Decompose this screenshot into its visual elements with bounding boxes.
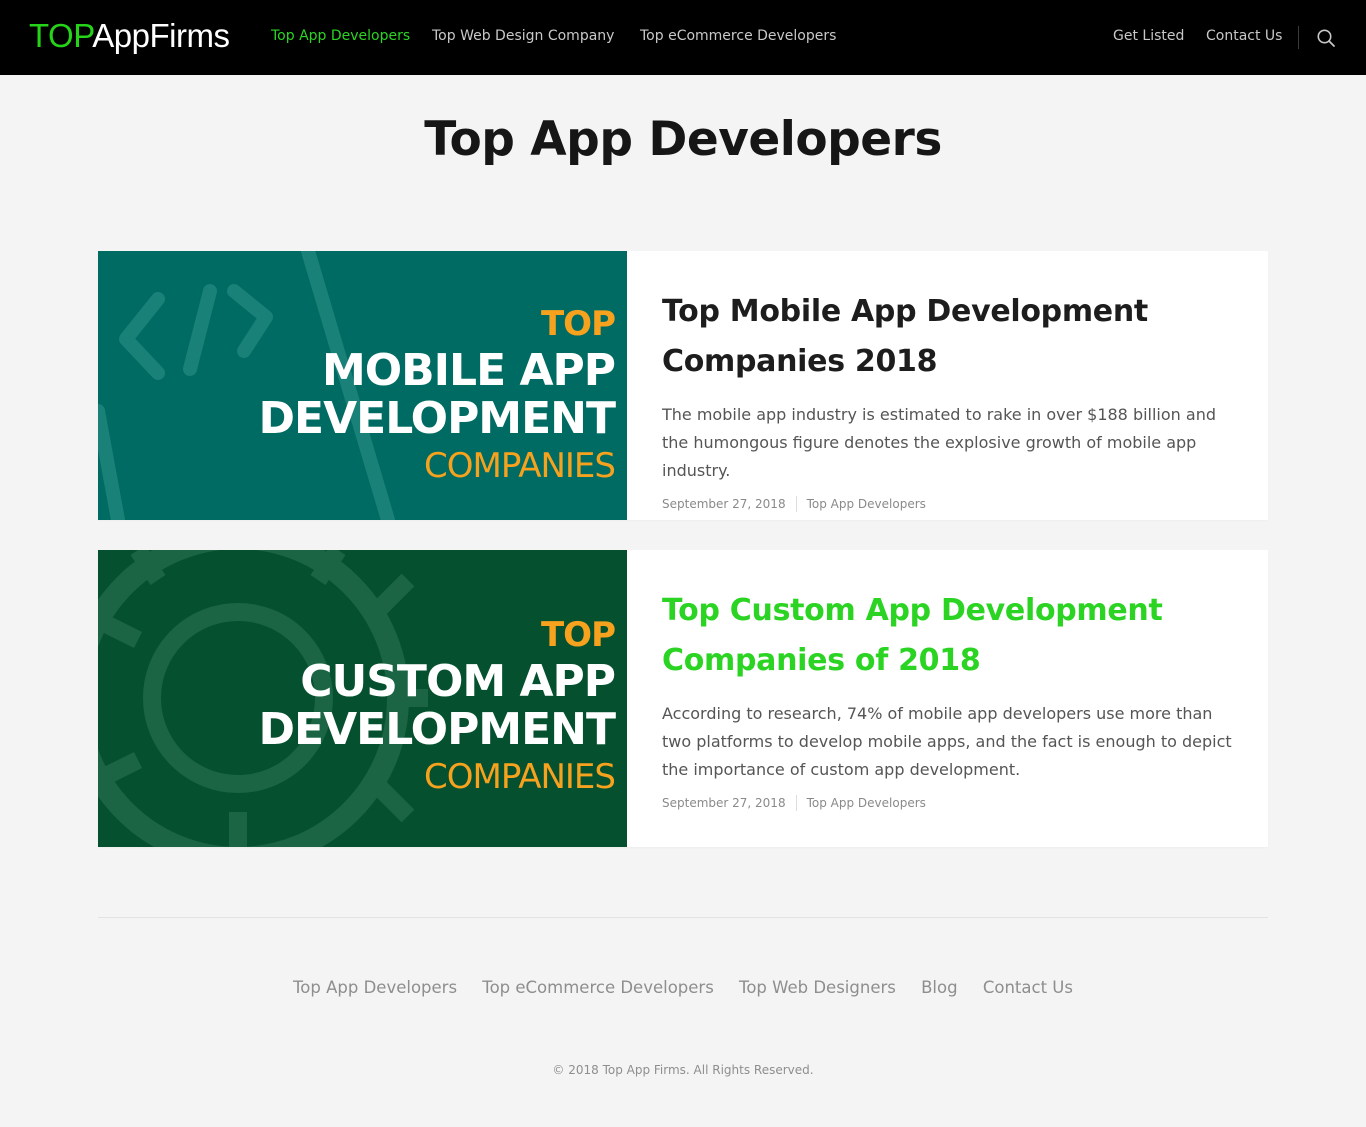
post-image-link[interactable]: TOP MOBILE APP DEVELOPMENT COMPANIES: [98, 251, 627, 520]
post-title[interactable]: Top Mobile App Development Companies 201…: [662, 287, 1242, 387]
copyright-text: © 2018 Top App Firms. All Rights Reserve…: [552, 1063, 814, 1077]
post-card: TOP MOBILE APP DEVELOPMENT COMPANIES Top…: [98, 251, 1268, 520]
post-excerpt: The mobile app industry is estimated to …: [662, 405, 1216, 480]
post-body: Top Custom App Development Companies of …: [662, 586, 1242, 811]
image-line-top: TOP: [540, 615, 616, 655]
footer-link-top-ecommerce-developers[interactable]: Top eCommerce Developers: [482, 978, 714, 997]
post-title[interactable]: Top Custom App Development Companies of …: [662, 586, 1242, 686]
post-category-link[interactable]: Top App Developers: [807, 497, 926, 511]
meta-divider: [795, 496, 797, 512]
image-line-main: CUSTOM APP: [300, 656, 616, 707]
footer-link-contact-us[interactable]: Contact Us: [983, 978, 1073, 997]
image-line-main: MOBILE APP: [321, 345, 616, 396]
image-line-development: DEVELOPMENT: [258, 704, 616, 755]
site-header: TOPAppFirms Top App Developers Top Web D…: [0, 0, 1366, 75]
footer-nav: Top App Developers Top eCommerce Develop…: [0, 978, 1366, 997]
image-line-top: TOP: [540, 304, 616, 344]
post-body: Top Mobile App Development Companies 201…: [662, 287, 1242, 512]
post-meta: September 27, 2018 Top App Developers: [662, 795, 1242, 811]
footer-link-top-app-developers[interactable]: Top App Developers: [293, 978, 457, 997]
post-card: TOP CUSTOM APP DEVELOPMENT COMPANIES Top…: [98, 550, 1268, 847]
image-headline: TOP MOBILE APP DEVELOPMENT COMPANIES: [259, 301, 616, 489]
post-meta: September 27, 2018 Top App Developers: [662, 496, 1242, 512]
post-excerpt: According to research, 74% of mobile app…: [662, 704, 1232, 779]
footer-link-top-web-designers[interactable]: Top Web Designers: [739, 978, 896, 997]
page-title: Top App Developers: [424, 112, 942, 167]
footer-link-blog[interactable]: Blog: [921, 978, 957, 997]
nav-top-app-developers[interactable]: Top App Developers: [271, 28, 410, 44]
post-category-link[interactable]: Top App Developers: [807, 796, 926, 810]
image-line-companies: COMPANIES: [424, 757, 616, 797]
image-line-companies: COMPANIES: [424, 446, 616, 486]
nav-get-listed[interactable]: Get Listed: [1113, 28, 1184, 44]
post-date: September 27, 2018: [662, 796, 786, 810]
image-line-development: DEVELOPMENT: [258, 393, 616, 444]
search-icon: [1317, 29, 1335, 47]
nav-divider: [1298, 26, 1299, 49]
nav-top-ecommerce-developers[interactable]: Top eCommerce Developers: [640, 28, 836, 44]
meta-divider: [795, 795, 797, 811]
logo-top-text: TOP: [29, 17, 93, 54]
post-date: September 27, 2018: [662, 497, 786, 511]
image-headline: TOP CUSTOM APP DEVELOPMENT COMPANIES: [259, 612, 616, 800]
logo-rest-text: AppFirms: [92, 17, 230, 54]
site-logo[interactable]: TOPAppFirms: [29, 16, 230, 56]
search-button[interactable]: [1316, 28, 1336, 48]
nav-top-web-design-company[interactable]: Top Web Design Company: [432, 28, 614, 44]
nav-contact-us[interactable]: Contact Us: [1206, 28, 1282, 44]
footer-divider: [98, 917, 1268, 918]
post-image-link[interactable]: TOP CUSTOM APP DEVELOPMENT COMPANIES: [98, 550, 627, 847]
